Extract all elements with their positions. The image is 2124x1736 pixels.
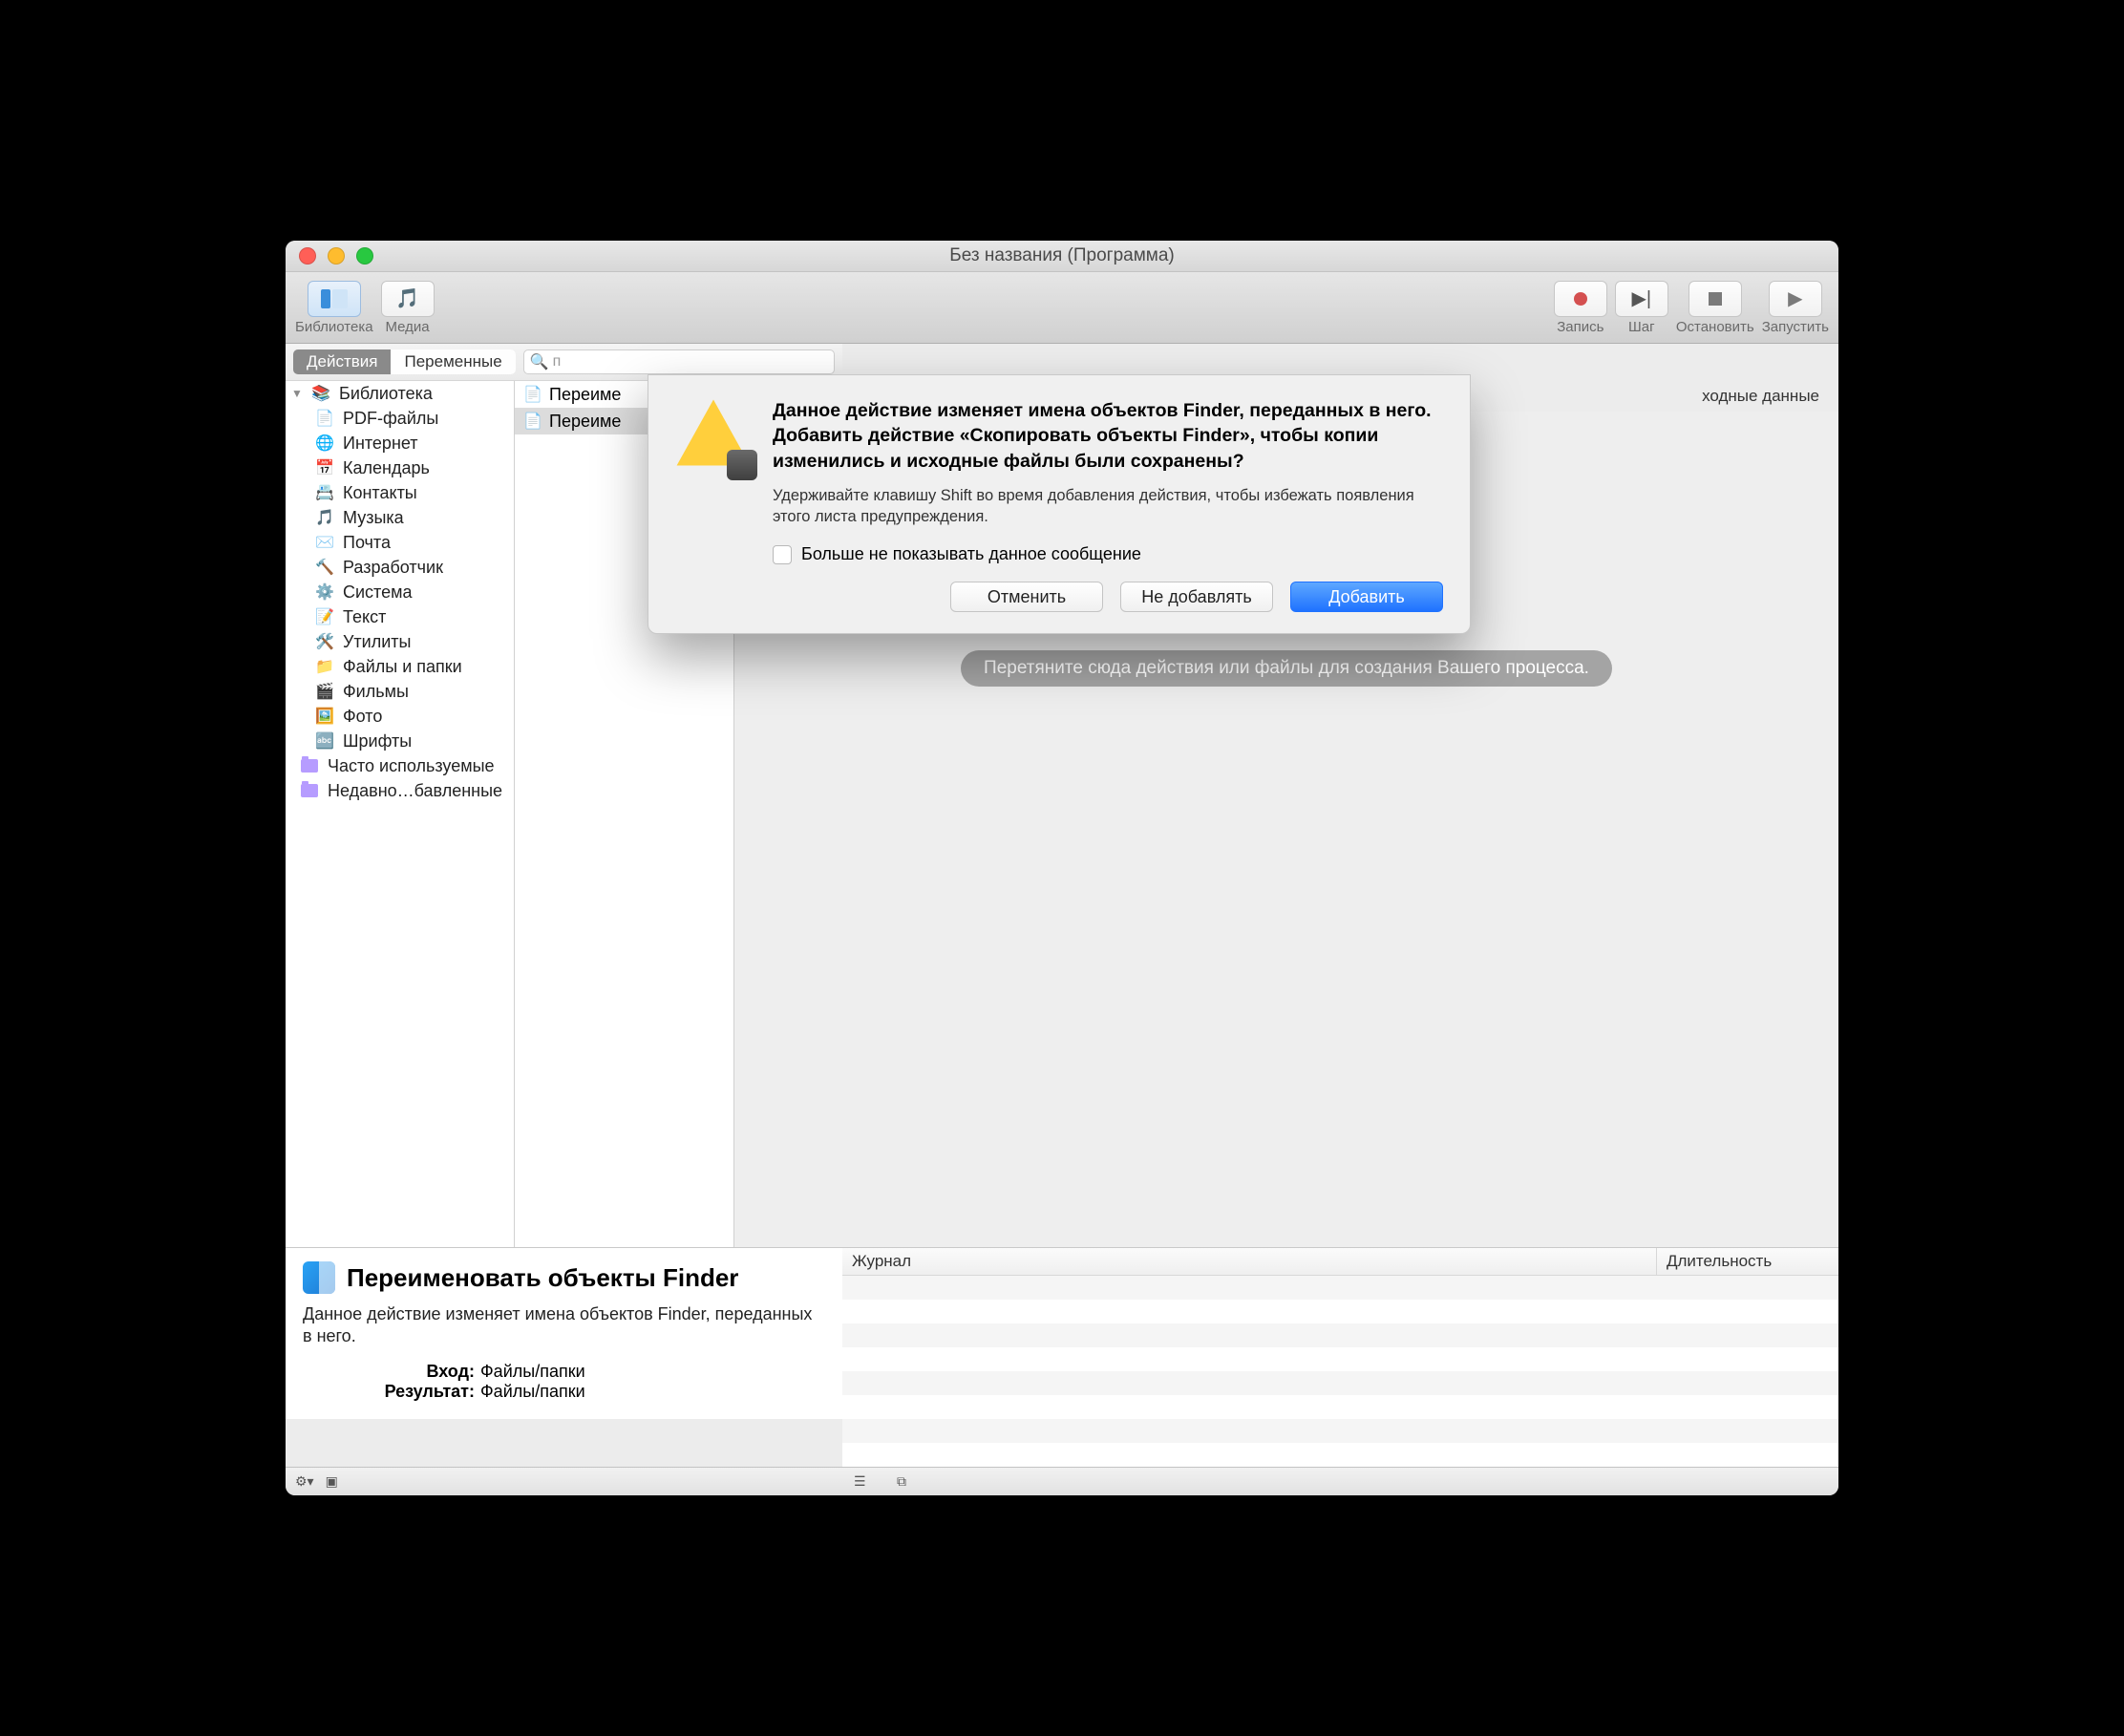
sidebar-favorites[interactable]: Часто используемые [286, 753, 514, 778]
gear-icon: ⚙️ [314, 582, 335, 603]
view-list-icon[interactable]: ☰ [854, 1473, 866, 1490]
toolbar: Библиотека 🎵 Медиа Запись ▶| Шаг Останов… [286, 272, 1838, 344]
sidebar-item-contacts[interactable]: 📇Контакты [286, 480, 514, 505]
minimize-window-button[interactable] [328, 247, 345, 265]
finder-icon [303, 1261, 335, 1294]
library-sidebar: ▼ 📚 Библиотека 📄PDF-файлы 🌐Интернет 📅Кал… [286, 381, 515, 1247]
checkbox-icon[interactable] [773, 545, 792, 564]
dialog-subtext: Удерживайте клавишу Shift во время добав… [773, 485, 1443, 528]
sidebar-item-internet[interactable]: 🌐Интернет [286, 431, 514, 455]
toolbar-record[interactable]: Запись [1554, 281, 1607, 335]
cancel-button[interactable]: Отменить [950, 582, 1103, 612]
view-flow-icon[interactable]: ⧉ [897, 1473, 906, 1490]
play-icon: ▶ [1788, 286, 1802, 310]
sidebar-item-calendar[interactable]: 📅Календарь [286, 455, 514, 480]
log-pane: Журнал Длительность [842, 1247, 1838, 1467]
text-icon: 📝 [314, 606, 335, 627]
toolbar-run[interactable]: ▶ Запустить [1762, 281, 1829, 335]
sidebar-item-text[interactable]: 📝Текст [286, 604, 514, 629]
sidebar-library-root[interactable]: ▼ 📚 Библиотека [286, 381, 514, 406]
developer-icon: 🔨 [314, 557, 335, 578]
tab-variables[interactable]: Переменные [391, 349, 515, 374]
font-icon: 🔤 [314, 730, 335, 752]
record-icon [1574, 292, 1587, 306]
library-icon [321, 289, 348, 308]
sidebar-item-files[interactable]: 📁Файлы и папки [286, 654, 514, 679]
step-icon: ▶| [1632, 286, 1652, 310]
action-icon: 📄 [522, 411, 543, 432]
contacts-icon: 📇 [314, 482, 335, 503]
action-icon: 📄 [522, 384, 543, 405]
sidebar-item-pdf[interactable]: 📄PDF-файлы [286, 406, 514, 431]
mail-icon: ✉️ [314, 532, 335, 553]
footer-bar: ⚙︎▾ ▣ ☰ ⧉ [286, 1467, 1838, 1495]
photo-icon: 🖼️ [314, 706, 335, 727]
log-col-duration[interactable]: Длительность [1657, 1248, 1838, 1275]
calendar-icon: 📅 [314, 457, 335, 478]
window-title: Без названия (Программа) [286, 245, 1838, 266]
toggle-detail-icon[interactable]: ▣ [326, 1473, 338, 1490]
window-controls [286, 247, 373, 265]
titlebar: Без названия (Программа) [286, 241, 1838, 272]
disclosure-icon: ▼ [291, 387, 303, 400]
detail-description: Данное действие изменяет имена объектов … [303, 1303, 825, 1348]
sidebar-item-fonts[interactable]: 🔤Шрифты [286, 729, 514, 753]
add-button[interactable]: Добавить [1290, 582, 1443, 612]
detail-title: Переименовать объекты Finder [347, 1263, 738, 1293]
automator-badge-icon [727, 450, 757, 480]
warning-dialog: Данное действие изменяет имена объектов … [648, 374, 1471, 634]
stop-icon [1709, 292, 1722, 306]
close-window-button[interactable] [299, 247, 316, 265]
movie-icon: 🎬 [314, 681, 335, 702]
app-window: Без названия (Программа) Библиотека 🎵 Ме… [286, 241, 1838, 1495]
toolbar-step[interactable]: ▶| Шаг [1615, 281, 1668, 335]
toolbar-stop[interactable]: Остановить [1676, 281, 1754, 335]
globe-icon: 🌐 [314, 433, 335, 454]
sidebar-item-developer[interactable]: 🔨Разработчик [286, 555, 514, 580]
pdf-icon: 📄 [314, 408, 335, 429]
utilities-icon: 🛠️ [314, 631, 335, 652]
media-icon: 🎵 [395, 286, 419, 310]
sidebar-item-utilities[interactable]: 🛠️Утилиты [286, 629, 514, 654]
drop-hint: Перетяните сюда действия или файлы для с… [961, 650, 1612, 687]
sidebar-item-music[interactable]: 🎵Музыка [286, 505, 514, 530]
sidebar-item-mail[interactable]: ✉️Почта [286, 530, 514, 555]
maximize-window-button[interactable] [356, 247, 373, 265]
library-tabs: Действия Переменные [293, 349, 516, 374]
toolbar-media[interactable]: 🎵 Медиа [381, 281, 435, 335]
library-folder-icon: 📚 [310, 383, 331, 404]
sidebar-item-system[interactable]: ⚙️Система [286, 580, 514, 604]
log-col-journal[interactable]: Журнал [842, 1248, 1657, 1275]
tab-actions[interactable]: Действия [293, 349, 391, 374]
folder-icon: 📁 [314, 656, 335, 677]
music-icon: 🎵 [314, 507, 335, 528]
search-icon: 🔍 [530, 352, 549, 371]
dont-add-button[interactable]: Не добавлять [1120, 582, 1273, 612]
toolbar-library[interactable]: Библиотека [295, 281, 373, 335]
sidebar-item-movies[interactable]: 🎬Фильмы [286, 679, 514, 704]
sidebar-item-photo[interactable]: 🖼️Фото [286, 704, 514, 729]
log-body [842, 1276, 1838, 1467]
sidebar-recent[interactable]: Недавно…бавленные [286, 778, 514, 803]
search-input[interactable]: 🔍 п [523, 349, 835, 374]
favorites-folder-icon [299, 755, 320, 776]
recent-folder-icon [299, 780, 320, 801]
gear-menu-icon[interactable]: ⚙︎▾ [295, 1473, 314, 1490]
action-detail-pane: Переименовать объекты Finder Данное дейс… [286, 1247, 842, 1419]
dialog-heading: Данное действие изменяет имена объектов … [773, 398, 1443, 474]
dialog-checkbox[interactable]: Больше не показывать данное сообщение [773, 544, 1443, 564]
